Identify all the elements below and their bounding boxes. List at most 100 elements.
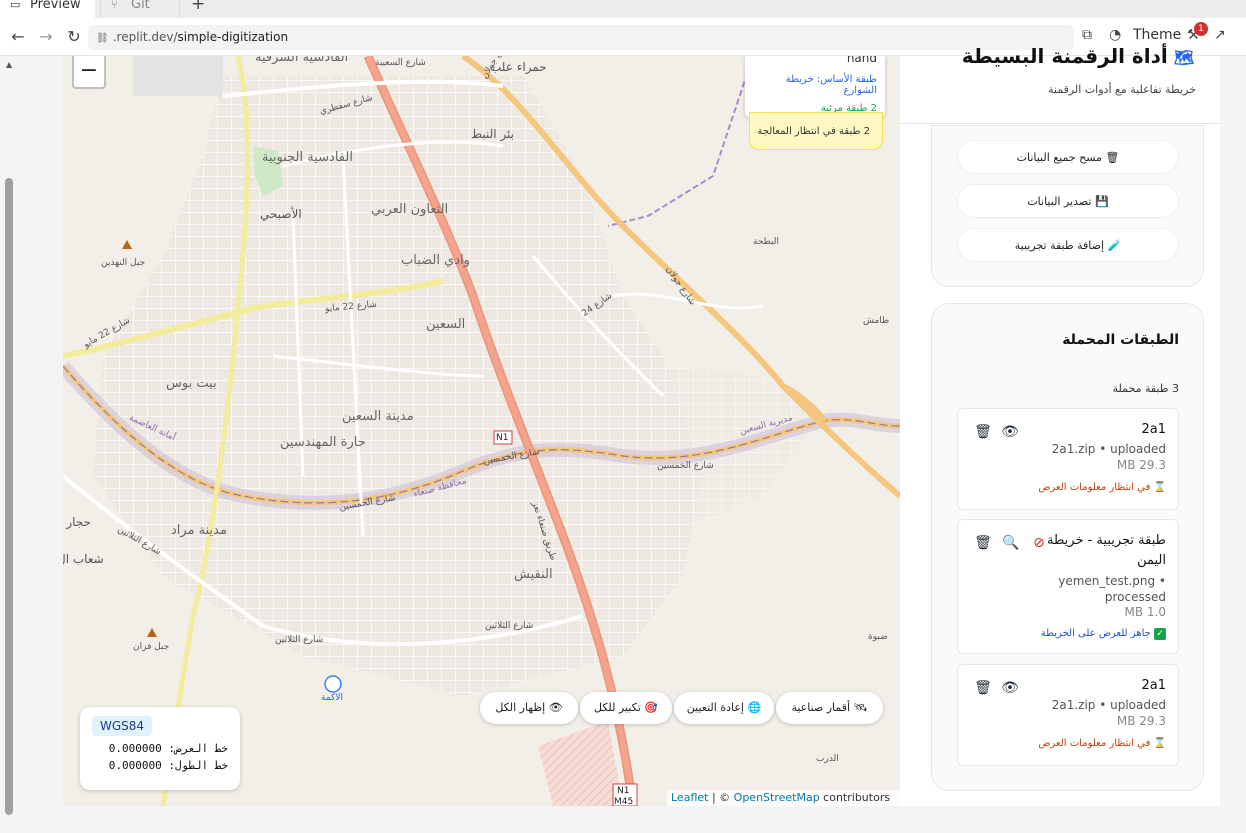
clear-data-button[interactable]: 🗑 مسح جميع البيانات	[957, 140, 1179, 174]
map-label-akama: الاكمة	[321, 693, 343, 703]
lon-label: خط الطول:	[168, 759, 228, 772]
layer-size: 29.3 MB	[1116, 714, 1166, 728]
fit-all-label: تكبير للكل	[594, 701, 641, 714]
panel-title: 🗺 أداة الرقمنة البسيطة	[962, 44, 1194, 68]
scroll-up-arrow-icon[interactable]: ▲	[6, 60, 12, 69]
trash-icon[interactable]: 🗑	[974, 679, 992, 697]
map-tiles	[63, 56, 900, 806]
map-label-taawun: التعاون العربي	[371, 202, 449, 217]
layer-card: طبقة تجريبية - خريطة اليمن yemen_test.pn…	[957, 519, 1179, 654]
hourglass-icon: ⌛	[1153, 738, 1166, 749]
map-label-tamesh: طامش	[863, 316, 890, 326]
map-label-darb: الدرب	[816, 754, 839, 764]
map-label-asbahi: الأصبحي	[260, 207, 302, 221]
leaflet-link[interactable]: Leaflet	[671, 791, 708, 804]
map-label-murad: مدينة مراد	[171, 523, 227, 538]
hide-layer-icon[interactable]: ⊘	[1030, 534, 1048, 552]
map-label-m45: M45	[614, 797, 634, 806]
scrollbar-thumb[interactable]	[5, 178, 13, 815]
attribution-sep: | ©	[708, 791, 734, 804]
tab-git-label: Git	[131, 0, 150, 12]
layer-size: 29.3 MB	[1116, 458, 1166, 472]
page-scrollbar[interactable]: ▲	[0, 56, 18, 833]
layer-card: 2a1 2a1.zip • uploaded 29.3 MB ⌛ في انتظ…	[957, 664, 1179, 766]
info-line-1: hand	[846, 56, 877, 65]
new-tab-button[interactable]: +	[191, 0, 205, 14]
reload-icon[interactable]: ↻	[64, 27, 84, 46]
trash-icon[interactable]: 🗑	[974, 534, 992, 552]
reset-button[interactable]: 🌐 إعادة التعيين	[674, 692, 774, 724]
osm-link[interactable]: OpenStreetMap	[734, 791, 820, 804]
add-test-layer-label: إضافة طبقة تجريبية	[1014, 239, 1105, 252]
crs-badge: WGS84	[92, 716, 153, 736]
tab-git[interactable]: ⑂ Git	[100, 0, 180, 18]
floppy-disk-icon: 💾	[1094, 195, 1109, 208]
trash-icon[interactable]: 🗑	[974, 423, 992, 441]
map-info-card: hand طبقة الأساس: خريطة الشوارع 2 طبقة م…	[745, 56, 885, 120]
map-attribution: Leaflet | © OpenStreetMap contributors	[667, 790, 900, 806]
devices-icon[interactable]: ⧉	[1082, 27, 1092, 43]
map-label-jabal-fazan: جبل فزان	[133, 642, 170, 652]
globe-icon: 🌐	[747, 701, 762, 714]
side-panel: 🗺 أداة الرقمنة البسيطة خريطة تفاعلية مع أ…	[900, 44, 1220, 806]
map-label-nuqaish: النقيش	[514, 567, 553, 582]
eye-icon: 👁	[548, 701, 563, 714]
fit-all-button[interactable]: 🎯 تكبير للكل	[580, 692, 672, 724]
actions-card: 🗑 مسح جميع البيانات 💾 تصدير البيانات 🧪 إ…	[931, 125, 1204, 287]
forward-arrow-icon[interactable]: →	[36, 27, 56, 46]
map-label-bait-bous: بيت بوس	[166, 376, 217, 391]
panel-header: 🗺 أداة الرقمنة البسيطة خريطة تفاعلية مع أ…	[900, 44, 1220, 124]
eye-icon[interactable]: 👁	[1001, 423, 1019, 441]
export-data-button[interactable]: 💾 تصدير البيانات	[957, 184, 1179, 218]
map-label-dhawa: ضبوة	[868, 632, 888, 642]
show-all-button[interactable]: 👁 إظهار الكل	[480, 692, 578, 724]
map-label-thalatheen-st-2: شارع الثلاثين	[275, 635, 324, 645]
layer-status-text: جاهز للعرض على الخريطة	[1040, 628, 1151, 639]
url-bar[interactable]: ⛓ .replit.dev/simple-digitization	[88, 25, 1074, 50]
layer-status-text: في انتظار معلومات العرض	[1038, 738, 1151, 749]
satellite-label: أقمار صناعية	[791, 701, 851, 714]
longitude-row: خط الطول: 0.000000	[92, 759, 228, 772]
map-label-thalatheen-st: شارع الثلاثين	[485, 621, 534, 631]
theme-button[interactable]: Theme	[1133, 27, 1181, 43]
layer-status: ✓ جاهز للعرض على الخريطة	[1041, 628, 1166, 640]
layer-meta: 2a1.zip • uploaded	[1051, 442, 1166, 456]
attribution-contributors: contributors	[819, 791, 891, 804]
layer-meta: 2a1.zip • uploaded	[1051, 698, 1166, 712]
map-view[interactable]: القادسية الشرقية شارع السعيبة حمراء علب …	[63, 56, 900, 806]
layer-name: 2a1	[1141, 678, 1166, 693]
satellite-button[interactable]: 🛰 أقمار صناعية	[776, 692, 883, 724]
layers-count: 3 طبقة محملة	[1112, 382, 1179, 395]
map-label-batha: البطحة	[753, 237, 779, 247]
layer-status: ⌛ في انتظار معلومات العرض	[1038, 482, 1166, 493]
eye-icon[interactable]: 👁	[1001, 679, 1019, 697]
map-label-shaab: شعاب ال	[63, 552, 104, 566]
export-data-label: تصدير البيانات	[1027, 195, 1092, 208]
panel-title-text: أداة الرقمنة البسيطة	[961, 44, 1168, 68]
open-external-icon[interactable]: ↗	[1214, 27, 1226, 43]
trash-icon: 🗑	[1105, 151, 1120, 164]
clear-data-label: مسح جميع البيانات	[1016, 151, 1102, 164]
map-label-qadisiya-east: القادسية الشرقية	[255, 56, 349, 65]
palette-icon[interactable]: ◔	[1109, 27, 1121, 43]
map-label-n1-b: N1	[617, 786, 630, 796]
layer-name: طبقة تجريبية - خريطة اليمن	[1047, 533, 1166, 568]
tab-preview-label: Preview	[30, 0, 81, 12]
git-icon: ⑂	[111, 0, 118, 11]
layer-status: ⌛ في انتظار معلومات العرض	[1038, 738, 1166, 749]
check-icon: ✓	[1154, 628, 1166, 640]
lat-label: خط العرض:	[168, 742, 228, 755]
back-arrow-icon[interactable]: ←	[8, 27, 28, 46]
zoom-to-layer-icon[interactable]: 🔍	[1002, 534, 1020, 552]
browser-tab-strip: ▭ Preview ⑂ Git +	[0, 0, 1246, 18]
add-test-layer-button[interactable]: 🧪 إضافة طبقة تجريبية	[957, 228, 1179, 262]
hourglass-icon: ⌛	[1153, 482, 1166, 493]
map-label-saween-city: مدينة السعين	[342, 409, 414, 424]
layer-status-text: في انتظار معلومات العرض	[1038, 482, 1151, 493]
zoom-out-button[interactable]: −	[72, 56, 106, 89]
coordinates-panel: WGS84 خط العرض: 0.000000 خط الطول: 0.000…	[80, 707, 240, 790]
panel-subtitle: خريطة تفاعلية مع أدوات الرقمنة	[1048, 83, 1196, 96]
tab-preview[interactable]: ▭ Preview	[0, 0, 95, 18]
url-path: simple-digitization	[177, 30, 289, 44]
url-prefix: .replit.dev/	[112, 30, 178, 44]
